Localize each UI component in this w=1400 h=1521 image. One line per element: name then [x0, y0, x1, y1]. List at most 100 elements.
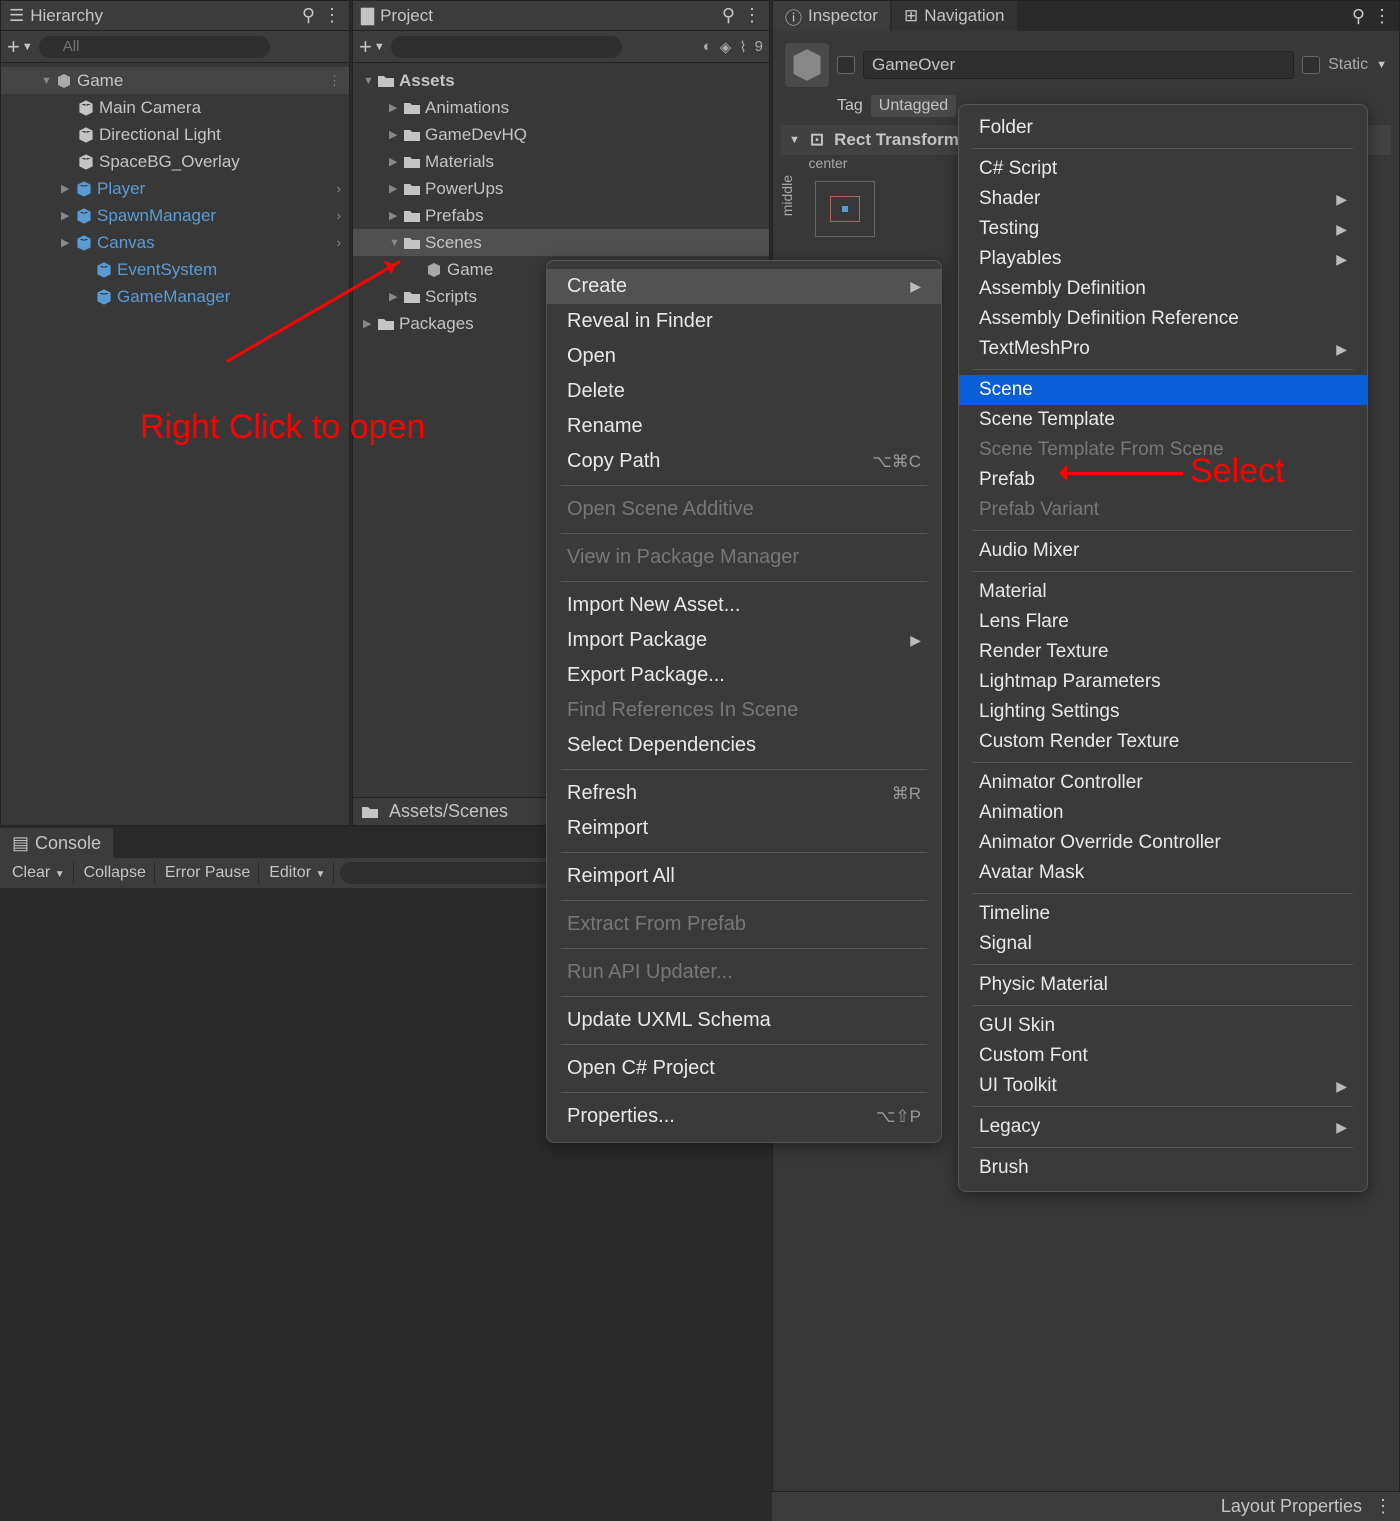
- expand-icon[interactable]: ▶: [363, 317, 377, 330]
- filter-by-label-icon[interactable]: ◈: [720, 38, 732, 56]
- menu-item[interactable]: Export Package...: [547, 658, 941, 693]
- menu-item[interactable]: UI Toolkit▶: [959, 1071, 1367, 1101]
- clear-button[interactable]: Clear ▼: [4, 862, 74, 884]
- menu-item[interactable]: Custom Font: [959, 1041, 1367, 1071]
- menu-item[interactable]: Lightmap Parameters: [959, 667, 1367, 697]
- expand-icon[interactable]: ▶: [389, 128, 403, 141]
- menu-item[interactable]: Scene: [959, 375, 1367, 405]
- hierarchy-item[interactable]: ▶Player›: [1, 175, 349, 202]
- gameobject-icon[interactable]: [785, 43, 829, 87]
- expand-icon[interactable]: ▶: [389, 290, 403, 303]
- menu-item[interactable]: Shader▶: [959, 184, 1367, 214]
- tab-navigation[interactable]: ⊞ Navigation: [892, 1, 1017, 31]
- gameobject-name-input[interactable]: [863, 51, 1294, 79]
- menu-item[interactable]: Render Texture: [959, 637, 1367, 667]
- hierarchy-item[interactable]: EventSystem: [1, 256, 349, 283]
- hierarchy-item[interactable]: SpaceBG_Overlay: [1, 148, 349, 175]
- filter-by-type-icon[interactable]: ◐: [703, 38, 712, 55]
- menu-item[interactable]: Audio Mixer: [959, 536, 1367, 566]
- add-button[interactable]: +▼: [7, 34, 33, 60]
- menu-item[interactable]: TextMeshPro▶: [959, 334, 1367, 364]
- lock-icon[interactable]: ⚲: [722, 5, 735, 26]
- menu-item[interactable]: Scene Template: [959, 405, 1367, 435]
- project-folder[interactable]: ▶GameDevHQ: [353, 121, 769, 148]
- menu-item[interactable]: Testing▶: [959, 214, 1367, 244]
- expand-icon[interactable]: ▼: [363, 75, 377, 87]
- menu-item[interactable]: Avatar Mask: [959, 858, 1367, 888]
- scenes-folder[interactable]: ▼ Scenes: [353, 229, 769, 256]
- hierarchy-item[interactable]: ▶Canvas›: [1, 229, 349, 256]
- menu-item[interactable]: Import Package▶: [547, 623, 941, 658]
- editor-button[interactable]: Editor ▼: [261, 862, 334, 884]
- menu-item[interactable]: C# Script: [959, 154, 1367, 184]
- menu-item[interactable]: Lighting Settings: [959, 697, 1367, 727]
- menu-item[interactable]: Animator Controller: [959, 768, 1367, 798]
- chevron-right-icon[interactable]: ›: [337, 235, 341, 250]
- expand-icon[interactable]: ▼: [41, 75, 55, 87]
- expand-icon[interactable]: ▶: [389, 155, 403, 168]
- active-checkbox[interactable]: [837, 56, 855, 74]
- menu-item[interactable]: Reveal in Finder: [547, 304, 941, 339]
- menu-item[interactable]: Assembly Definition Reference: [959, 304, 1367, 334]
- menu-item[interactable]: Lens Flare: [959, 607, 1367, 637]
- static-checkbox[interactable]: [1302, 56, 1320, 74]
- menu-icon[interactable]: ⋮: [743, 5, 761, 26]
- project-folder[interactable]: ▶PowerUps: [353, 175, 769, 202]
- console-search-input[interactable]: [340, 862, 571, 884]
- menu-item[interactable]: Animator Override Controller: [959, 828, 1367, 858]
- collapse-button[interactable]: Collapse: [76, 862, 155, 884]
- project-folder[interactable]: ▶Animations: [353, 94, 769, 121]
- menu-icon[interactable]: ⋮: [1374, 1496, 1392, 1517]
- expand-icon[interactable]: ▶: [389, 209, 403, 222]
- project-folder[interactable]: ▶Materials: [353, 148, 769, 175]
- expand-icon[interactable]: ▼: [389, 237, 403, 249]
- menu-item[interactable]: Open: [547, 339, 941, 374]
- expand-icon[interactable]: ▶: [61, 182, 75, 195]
- layout-properties-label[interactable]: Layout Properties: [1221, 1496, 1362, 1517]
- menu-item[interactable]: Properties...⌥⇧P: [547, 1099, 941, 1134]
- scene-row[interactable]: ▼ Game ⋮: [1, 67, 349, 94]
- tab-inspector[interactable]: ⓘ Inspector: [773, 1, 890, 31]
- expand-icon[interactable]: ▶: [389, 101, 403, 114]
- expand-icon[interactable]: ▶: [389, 182, 403, 195]
- menu-item[interactable]: Legacy▶: [959, 1112, 1367, 1142]
- hierarchy-item[interactable]: Directional Light: [1, 121, 349, 148]
- menu-item[interactable]: Refresh⌘R: [547, 776, 941, 811]
- assets-folder[interactable]: ▼ Assets: [353, 67, 769, 94]
- menu-item[interactable]: Physic Material: [959, 970, 1367, 1000]
- hierarchy-item[interactable]: ▶SpawnManager›: [1, 202, 349, 229]
- menu-item[interactable]: Animation: [959, 798, 1367, 828]
- menu-item[interactable]: Material: [959, 577, 1367, 607]
- menu-item[interactable]: GUI Skin: [959, 1011, 1367, 1041]
- project-folder[interactable]: ▶Prefabs: [353, 202, 769, 229]
- menu-item[interactable]: Create▶: [547, 269, 941, 304]
- menu-item[interactable]: Open C# Project: [547, 1051, 941, 1086]
- menu-item[interactable]: Reimport All: [547, 859, 941, 894]
- lock-icon[interactable]: ⚲: [1352, 6, 1365, 27]
- chevron-right-icon[interactable]: ›: [337, 208, 341, 223]
- lock-icon[interactable]: ⚲: [302, 5, 315, 26]
- menu-item[interactable]: Prefab: [959, 465, 1367, 495]
- expand-icon[interactable]: ▼: [789, 134, 800, 146]
- anchor-preset[interactable]: center: [781, 155, 875, 247]
- expand-icon[interactable]: ▶: [61, 236, 75, 249]
- project-search-input[interactable]: [391, 36, 622, 58]
- menu-item[interactable]: Signal: [959, 929, 1367, 959]
- menu-item[interactable]: Rename: [547, 409, 941, 444]
- menu-icon[interactable]: ⋮: [323, 5, 341, 26]
- menu-item[interactable]: Select Dependencies: [547, 728, 941, 763]
- console-tab[interactable]: ▤ Console: [0, 828, 113, 858]
- menu-item[interactable]: Playables▶: [959, 244, 1367, 274]
- expand-icon[interactable]: ▶: [61, 209, 75, 222]
- hierarchy-search-input[interactable]: [39, 36, 270, 58]
- static-dropdown-icon[interactable]: ▼: [1376, 59, 1387, 71]
- menu-item[interactable]: Copy Path⌥⌘C: [547, 444, 941, 479]
- menu-item[interactable]: Import New Asset...: [547, 588, 941, 623]
- menu-item[interactable]: Delete: [547, 374, 941, 409]
- menu-item[interactable]: Update UXML Schema: [547, 1003, 941, 1038]
- menu-icon[interactable]: ⋮: [1373, 6, 1391, 27]
- menu-item[interactable]: Timeline: [959, 899, 1367, 929]
- menu-item[interactable]: Brush: [959, 1153, 1367, 1183]
- hierarchy-item[interactable]: GameManager: [1, 283, 349, 310]
- menu-item[interactable]: Assembly Definition: [959, 274, 1367, 304]
